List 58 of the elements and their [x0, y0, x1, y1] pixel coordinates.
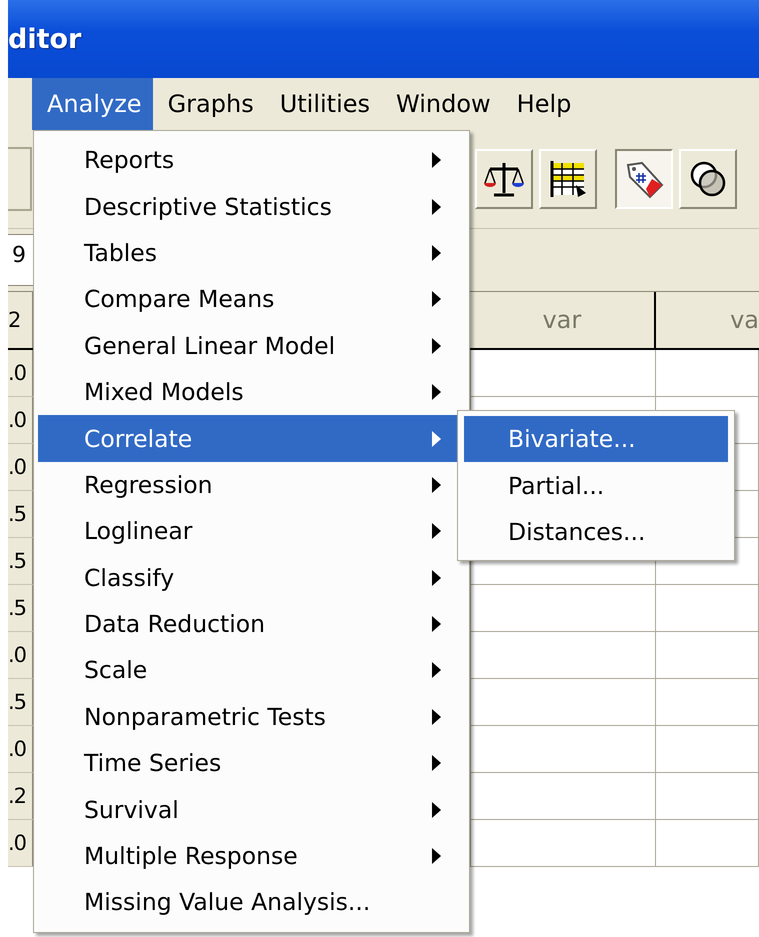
corner-header: 2 [8, 292, 35, 348]
menu-item[interactable]: Descriptive Statistics [38, 183, 465, 230]
menu-item[interactable]: Missing Value Analysis... [38, 879, 465, 926]
scale-icon[interactable] [475, 149, 533, 209]
menu-item[interactable]: Loglinear [38, 508, 465, 555]
table-cell[interactable] [656, 350, 759, 397]
cell-value: 9 [12, 243, 26, 268]
table-cell[interactable] [471, 820, 656, 867]
menu-item[interactable]: Bivariate... [464, 416, 728, 462]
table-cell[interactable] [471, 773, 656, 820]
menu-item[interactable]: Scale [38, 647, 465, 694]
menu-item[interactable]: Compare Means [38, 276, 465, 323]
menu-item[interactable]: Data Reduction [38, 600, 465, 648]
menu-item[interactable]: Analyze [32, 78, 153, 130]
circles-icon[interactable] [679, 149, 737, 209]
menu-item[interactable]: Multiple Response [38, 832, 465, 880]
row-value: .0 [8, 726, 35, 773]
tag-icon[interactable] [615, 149, 673, 209]
row-value: .5 [8, 491, 35, 538]
row-value: .0 [8, 820, 35, 867]
window-title: ditor [8, 24, 82, 54]
table-cell[interactable] [471, 632, 656, 679]
menu-item[interactable]: Distances... [464, 508, 728, 556]
menu-item[interactable]: Reports [38, 137, 465, 184]
table-cell[interactable] [471, 350, 656, 397]
row-value: .0 [8, 350, 35, 397]
toolbar-button[interactable] [8, 147, 32, 211]
menu-item[interactable]: Help [502, 78, 582, 130]
table-cell[interactable] [471, 726, 656, 773]
row-value: .0 [8, 397, 35, 444]
menu-item[interactable]: Mixed Models [38, 368, 465, 416]
table-cell[interactable] [656, 585, 759, 632]
row-value: .5 [8, 679, 35, 726]
table-cell[interactable] [656, 679, 759, 726]
menu-item[interactable]: Regression [38, 462, 465, 508]
table-cell[interactable] [656, 632, 759, 679]
menu-item[interactable]: General Linear Model [38, 322, 465, 369]
menu-item[interactable]: Window [381, 78, 502, 130]
row-value: .0 [8, 632, 35, 679]
row-value: .0 [8, 444, 35, 491]
table-cell[interactable] [656, 820, 759, 867]
menu-item[interactable]: Utilities [264, 78, 382, 130]
menu-item[interactable]: Tables [38, 230, 465, 276]
table-cell[interactable] [656, 726, 759, 773]
table-icon[interactable] [539, 149, 597, 209]
menu-item[interactable]: Classify [38, 554, 465, 601]
row-value: .5 [8, 585, 35, 632]
menu-item[interactable]: Time Series [38, 740, 465, 786]
row-value: .2 [8, 773, 35, 820]
table-cell[interactable] [471, 585, 656, 632]
column-header[interactable]: va [656, 292, 759, 348]
table-cell[interactable] [471, 679, 656, 726]
menu-item[interactable]: Partial... [464, 462, 728, 509]
menu-item[interactable]: Survival [38, 786, 465, 833]
row-value: .5 [8, 538, 35, 585]
menu-item[interactable]: Nonparametric Tests [38, 694, 465, 740]
table-cell[interactable] [656, 773, 759, 820]
menu-item[interactable]: Graphs [152, 78, 265, 130]
